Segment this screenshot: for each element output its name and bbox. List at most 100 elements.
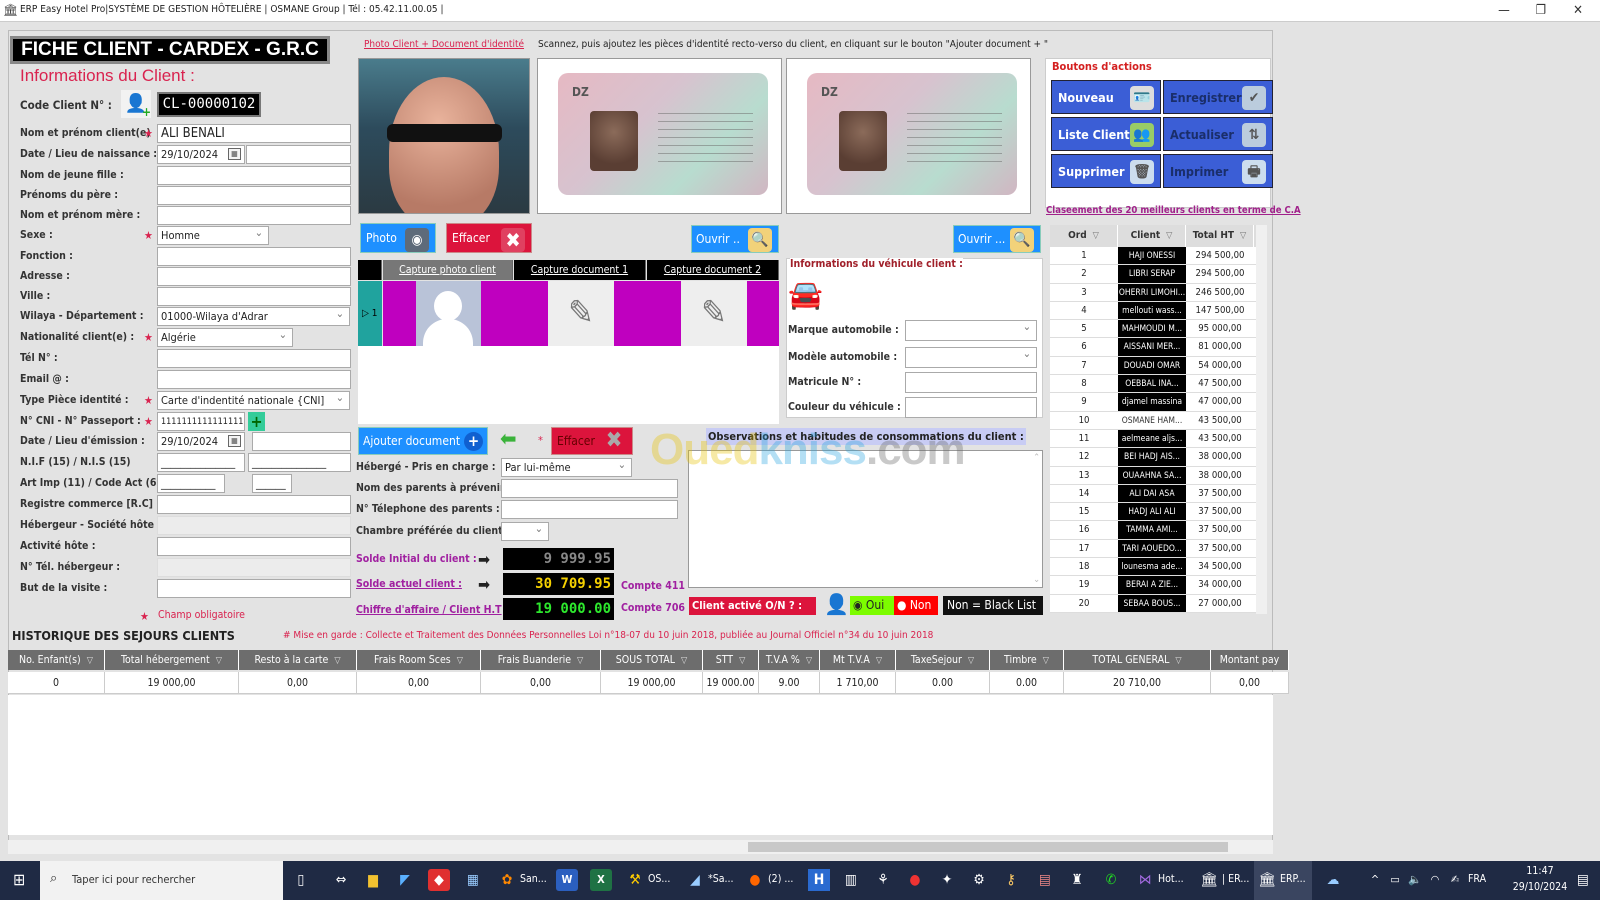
col-total[interactable]: Total HT ▽ bbox=[1186, 225, 1254, 247]
calendar-icon[interactable]: ▦ bbox=[228, 435, 241, 447]
app-icon[interactable]: ✦ bbox=[936, 869, 958, 891]
ranking-row[interactable]: 1 HAJI ONESSI 294 500,00 bbox=[1050, 247, 1262, 266]
chiffre-affaire-link[interactable]: Chiffre d'affaire / Client H.T bbox=[356, 604, 502, 616]
add-document-button[interactable]: Ajouter document + bbox=[358, 427, 488, 455]
ranking-row[interactable]: 12 BEI HADJ AIS... 38 000,00 bbox=[1050, 448, 1262, 467]
network-app-icon[interactable]: ◤ bbox=[394, 869, 416, 891]
field-input[interactable] bbox=[157, 267, 351, 286]
tab-capture-doc1[interactable]: Capture document 1 bbox=[514, 260, 646, 280]
calendar-icon[interactable]: ▦ bbox=[228, 148, 241, 160]
radio-oui[interactable]: ◉ Oui bbox=[850, 596, 894, 615]
field-input[interactable] bbox=[157, 166, 351, 185]
ranking-row[interactable]: 19 BERAI A ZIE... 34 000,00 bbox=[1050, 576, 1262, 595]
field-input[interactable]: 1111111111111111111111 bbox=[157, 412, 245, 431]
effacer-document-button[interactable]: Effacer ✖ bbox=[551, 427, 633, 455]
action-enregistrer-button[interactable]: Enregistrer ✔ bbox=[1163, 80, 1273, 114]
tray-chevron-up-icon[interactable]: ^ bbox=[1364, 869, 1386, 891]
scroll-down-arrow[interactable]: ⌄ bbox=[1033, 575, 1040, 585]
history-column-header[interactable]: SOUS TOTAL ▽ bbox=[601, 650, 703, 670]
history-column-header[interactable]: Resto à la carte ▽ bbox=[239, 650, 357, 670]
visual-studio-icon[interactable]: ⋈ bbox=[1134, 869, 1156, 891]
ranking-row[interactable]: 13 OUAAHNA SA... 38 000,00 bbox=[1050, 466, 1262, 485]
radio-non[interactable]: ● Non bbox=[894, 596, 938, 615]
taskbar-app-label[interactable]: ERP... bbox=[1280, 873, 1306, 885]
ranking-row[interactable]: 6 AISSANI MER... 81 000,00 bbox=[1050, 338, 1262, 357]
keys-icon[interactable]: ⚷ bbox=[1000, 869, 1022, 891]
effacer-photo-button[interactable]: Effacer ✖ bbox=[446, 223, 532, 253]
ranking-row[interactable]: 2 LIBRI SERAP 294 500,00 bbox=[1050, 265, 1262, 284]
action-imprimer-button[interactable]: Imprimer 🖶 bbox=[1163, 154, 1273, 188]
ranking-row[interactable]: 20 SEBAA BOUS... 27 000,00 bbox=[1050, 594, 1262, 613]
stay-select[interactable]: Par lui-même bbox=[501, 458, 632, 477]
history-row[interactable]: 0 19 000,00 0,00 0,00 0,00 19 000,00 19 000.00… bbox=[8, 672, 1289, 694]
taskbar-app-label[interactable]: Hot... bbox=[1158, 873, 1184, 885]
stay-select[interactable] bbox=[501, 522, 549, 541]
history-column-header[interactable]: STT ▽ bbox=[703, 650, 759, 670]
taskbar-search[interactable]: ⌕ Taper ici pour rechercher bbox=[40, 861, 283, 900]
notifications-icon[interactable]: ▤ bbox=[1572, 869, 1594, 891]
history-column-header[interactable]: TaxeSejour ▽ bbox=[896, 650, 990, 670]
ranking-row[interactable]: 5 MAHMOUDI M... 95 000,00 bbox=[1050, 320, 1262, 339]
vehicle-input[interactable] bbox=[905, 372, 1037, 393]
ranking-row[interactable]: 8 OEBBAL INA... 47 500,00 bbox=[1050, 375, 1262, 394]
col-ord[interactable]: Ord ▽ bbox=[1050, 225, 1118, 247]
history-column-header[interactable]: Frais Buanderie ▽ bbox=[481, 650, 601, 670]
ranking-row[interactable]: 4 mellouti wass... 147 500,00 bbox=[1050, 301, 1262, 321]
field-input[interactable] bbox=[157, 370, 351, 389]
paint-icon[interactable]: ✿ bbox=[496, 869, 518, 891]
action-nouveau-button[interactable]: Nouveau 🪪 bbox=[1051, 80, 1161, 114]
battery-icon[interactable]: ▭ bbox=[1384, 869, 1406, 891]
taskbar-app-label[interactable]: *Sa... bbox=[708, 873, 734, 885]
action-supprimer-button[interactable]: Supprimer 🗑 bbox=[1051, 154, 1161, 188]
scroll-up-arrow[interactable]: ⌃ bbox=[1033, 453, 1040, 463]
field-input[interactable]: ___________ bbox=[157, 474, 225, 493]
clock-time[interactable]: 11:47 bbox=[1510, 865, 1570, 877]
minimize-button[interactable]: — bbox=[1485, 0, 1523, 22]
col-client[interactable]: Client ▽ bbox=[1118, 225, 1186, 247]
excel-icon[interactable]: X bbox=[590, 869, 612, 891]
weather-cloud-icon[interactable]: ☁ bbox=[1322, 869, 1344, 891]
history-column-header[interactable]: Mt T.V.A ▽ bbox=[820, 650, 896, 670]
app-icon[interactable]: ◢ bbox=[684, 869, 706, 891]
field-select[interactable]: Carte d'indentité nationale {CNI] bbox=[157, 391, 350, 410]
whatsapp-icon[interactable]: ✆ bbox=[1100, 869, 1122, 891]
pen-icon[interactable]: ✍ bbox=[1444, 869, 1466, 891]
scroll-thumb[interactable] bbox=[748, 842, 1228, 852]
erp-bank-icon[interactable]: 🏛 bbox=[1198, 869, 1220, 891]
field-input[interactable]: _______________ bbox=[157, 453, 245, 472]
tab-capture-doc2[interactable]: Capture document 2 bbox=[647, 260, 779, 280]
app-icon[interactable]: ▦ bbox=[462, 869, 484, 891]
solde-actuel-link[interactable]: Solde actuel client : bbox=[356, 578, 462, 590]
history-column-header[interactable]: T.V.A % ▽ bbox=[759, 650, 820, 670]
taskbar-app-label[interactable]: (2) ... bbox=[768, 873, 793, 885]
history-column-header[interactable]: Frais Room Sces ▽ bbox=[357, 650, 481, 670]
maximize-button[interactable]: ❐ bbox=[1522, 0, 1560, 22]
history-hscrollbar[interactable] bbox=[8, 840, 1273, 854]
ranking-row[interactable]: 9 djamel massina 47 000,00 bbox=[1050, 393, 1262, 412]
windows-start-icon[interactable]: ⊞ bbox=[8, 869, 30, 891]
gears-icon[interactable]: ⚙ bbox=[968, 869, 990, 891]
ranking-row[interactable]: 16 TAMMA AMI... 37 500,00 bbox=[1050, 521, 1262, 540]
field-input-extra[interactable] bbox=[252, 432, 351, 451]
file-explorer-icon[interactable]: ▆ bbox=[362, 869, 384, 891]
app-icon[interactable]: ▤ bbox=[1034, 869, 1056, 891]
close-button[interactable]: ✕ bbox=[1559, 0, 1597, 22]
history-column-header[interactable]: Total hébergement ▽ bbox=[105, 650, 239, 670]
field-input[interactable] bbox=[157, 247, 351, 266]
open-doc2-button[interactable]: Ouvrir ... 🔍 bbox=[953, 225, 1041, 253]
wifi-icon[interactable]: ◠ bbox=[1424, 869, 1446, 891]
field-input[interactable] bbox=[157, 349, 351, 368]
firefox-icon[interactable]: ● bbox=[744, 869, 766, 891]
field-select[interactable]: 01000-Wilaya d'Adrar bbox=[157, 307, 350, 326]
taskbar-app-label[interactable]: | ER... bbox=[1222, 873, 1249, 885]
field-input[interactable]: 29/10/2024 ▦ bbox=[157, 432, 245, 451]
stay-input[interactable] bbox=[501, 500, 678, 519]
field-input-extra[interactable] bbox=[246, 145, 351, 164]
field-select[interactable]: Algérie bbox=[157, 328, 293, 347]
ranking-row[interactable]: 15 HADJ ALI ALI 37 500,00 bbox=[1050, 503, 1262, 522]
ranking-row[interactable]: 17 TARI AOUEDO... 37 500,00 bbox=[1050, 539, 1262, 559]
vehicle-select[interactable] bbox=[905, 347, 1037, 368]
task-view-icon[interactable]: ▯ bbox=[290, 869, 312, 891]
teamviewer-icon[interactable]: ⇔ bbox=[330, 869, 352, 891]
hotel-keys-icon[interactable]: ♜ bbox=[1066, 869, 1088, 891]
